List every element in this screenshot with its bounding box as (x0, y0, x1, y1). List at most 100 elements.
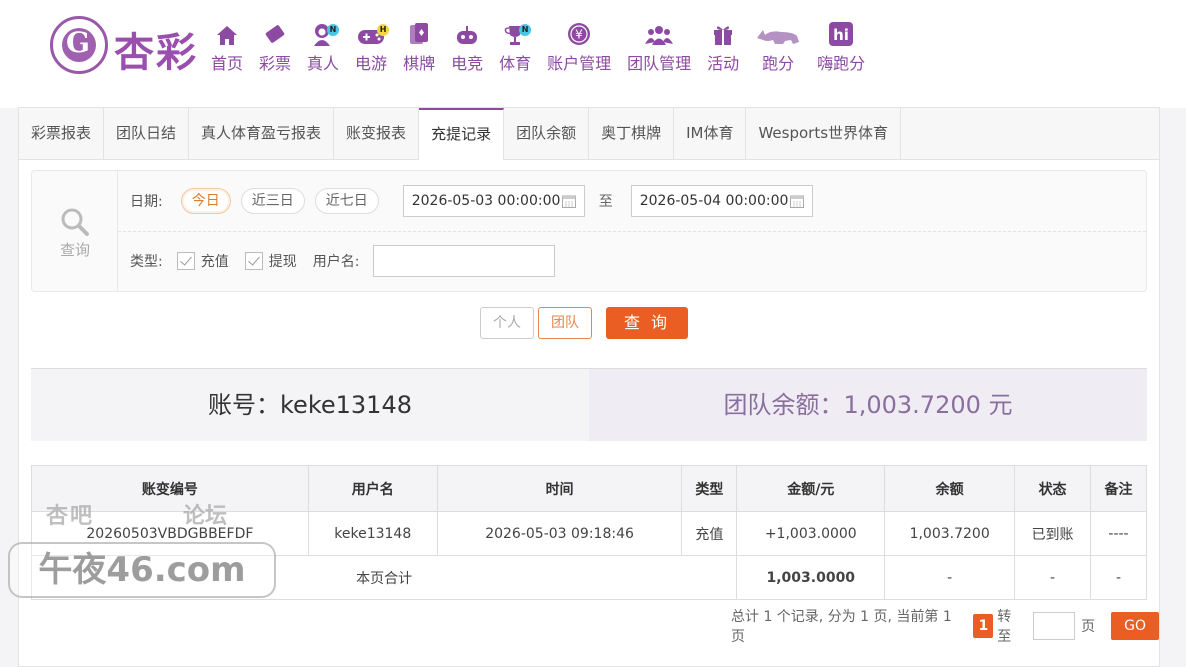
col-balance: 余额 (884, 465, 1016, 512)
checkbox-box[interactable] (244, 252, 263, 270)
svg-text:¥: ¥ (575, 28, 583, 42)
nav-home[interactable]: 首页 (205, 22, 249, 82)
page-total-label: 本页合计 (30, 555, 738, 600)
gift-icon (714, 26, 733, 45)
yen-coin-icon: ¥ (568, 23, 591, 45)
nav-label: 嗨跑分 (817, 54, 866, 73)
col-type: 类型 (681, 465, 738, 512)
range-7days-button[interactable]: 近七日 (314, 188, 379, 214)
username-label: 用户名: (312, 254, 360, 270)
logo-letter: G (66, 26, 90, 59)
calendar-icon[interactable] (561, 194, 576, 208)
filter-search-box: 查询 (32, 171, 118, 291)
lottery-ticket-icon (265, 25, 285, 43)
tab-team-balance[interactable]: 团队余额 (504, 108, 590, 159)
nav-esports[interactable]: 电竞 (445, 22, 489, 82)
cell-time: 2026-05-03 09:18:46 (436, 511, 683, 556)
cell-type: 充值 (681, 511, 738, 556)
date-row: 日期: 今日 近三日 近七日 2026-05-03 00:00:00 至 202… (130, 185, 813, 217)
nav-promotions[interactable]: 活动 (701, 22, 745, 82)
go-button[interactable]: GO (1111, 612, 1159, 640)
tab-live-sports-pnl[interactable]: 真人体育盈亏报表 (189, 108, 335, 159)
tab-im-sports[interactable]: IM体育 (674, 108, 747, 159)
type-row: 类型: 充值 提现 用户名: (130, 245, 556, 277)
type-withdraw-checkbox[interactable]: 提现 (244, 251, 297, 271)
cell-balance: 1,003.7200 (884, 511, 1016, 556)
table-row: 20260503VBDGBBEFDF keke13148 2026-05-03 … (31, 511, 1147, 556)
nav-label: 彩票 (259, 54, 292, 73)
tab-odin-cards[interactable]: 奥丁棋牌 (589, 108, 675, 159)
page-total-amount: 1,003.0000 (736, 555, 886, 600)
nav-label: 首页 (211, 54, 244, 73)
nav-hi-paofen[interactable]: hi 嗨跑分 (811, 22, 871, 82)
start-date-value: 2026-05-03 00:00:00 (411, 193, 561, 209)
nav-account[interactable]: ¥ 账户管理 (541, 22, 617, 82)
svg-text:hi: hi (833, 26, 849, 44)
table-header-row: 账变编号 用户名 时间 类型 金额/元 余额 状态 备注 (31, 465, 1147, 512)
nav-sports[interactable]: N 体育 (493, 22, 537, 82)
nav-slots[interactable]: H 电游 (349, 22, 393, 82)
nav-cards[interactable]: 棋牌 (397, 22, 441, 82)
logo-text: 杏彩 (114, 29, 198, 76)
nav-label: 真人 (307, 54, 340, 73)
username-input[interactable] (373, 245, 556, 277)
range-today-button[interactable]: 今日 (180, 188, 231, 214)
nav-label: 跑分 (762, 54, 795, 73)
end-date-value: 2026-05-04 00:00:00 (639, 193, 789, 209)
badge-new: N (327, 24, 340, 36)
search-icon (61, 208, 89, 236)
cell-status: 已到账 (1014, 511, 1092, 556)
start-date-input[interactable]: 2026-05-03 00:00:00 (402, 185, 585, 217)
goto-page-input[interactable] (1033, 612, 1076, 640)
team-icon (645, 26, 674, 45)
nav-lottery[interactable]: 彩票 (253, 22, 297, 82)
col-amount: 金额/元 (736, 465, 886, 512)
team-balance-summary: 团队余额：1,003.7200 元 (589, 369, 1147, 441)
personal-button[interactable]: 个人 (480, 307, 534, 339)
badge-new: N (519, 24, 532, 36)
col-time: 时间 (436, 465, 683, 512)
checkbox-box[interactable] (176, 252, 195, 270)
col-note: 备注 (1090, 465, 1147, 512)
checkbox-label: 提现 (268, 254, 297, 270)
divider (118, 231, 1146, 232)
pagination: 总计 1 个记录, 分为 1 页, 当前第 1 页 1 转至 页 GO (731, 609, 1159, 645)
records-table: 账变编号 用户名 时间 类型 金额/元 余额 状态 备注 20260503VBD… (30, 465, 1147, 600)
query-button[interactable]: 查 询 (606, 307, 688, 339)
col-status: 状态 (1014, 465, 1092, 512)
date-label: 日期: (130, 194, 163, 210)
end-date-input[interactable]: 2026-05-04 00:00:00 (630, 185, 813, 217)
nav-label: 棋牌 (403, 54, 436, 73)
type-label: 类型: (130, 254, 163, 270)
cell-username: keke13148 (307, 511, 438, 556)
range-3days-button[interactable]: 近三日 (240, 188, 305, 214)
nav-label: 体育 (499, 54, 532, 73)
nav-live[interactable]: N 真人 (301, 22, 345, 82)
tab-transaction-report[interactable]: 账变报表 (334, 108, 420, 159)
main-nav: 首页 彩票 N 真人 H 电游 棋牌 电竞 N 体育 ¥ 账户管理 团队管理 活… (205, 22, 875, 82)
tab-lottery-report[interactable]: 彩票报表 (19, 108, 105, 159)
tab-wesports[interactable]: Wesports世界体育 (746, 108, 902, 159)
checkbox-label: 充值 (200, 254, 229, 270)
cards-icon (410, 23, 429, 44)
team-button[interactable]: 团队 (538, 307, 592, 339)
current-page-button[interactable]: 1 (973, 614, 994, 638)
nav-label: 电竞 (451, 54, 484, 73)
scope-buttons: 个人 团队 查 询 (480, 307, 688, 339)
pager-summary: 总计 1 个记录, 分为 1 页, 当前第 1 页 (731, 609, 952, 645)
nav-label: 账户管理 (547, 54, 612, 73)
badge-hot: H (377, 24, 390, 36)
tab-team-daily[interactable]: 团队日结 (104, 108, 190, 159)
logo[interactable]: G 杏彩 (50, 14, 200, 78)
report-tabs: 彩票报表 团队日结 真人体育盈亏报表 账变报表 充提记录 团队余额 奥丁棋牌 I… (19, 108, 1159, 160)
tab-deposit-withdraw[interactable]: 充提记录 (419, 108, 505, 160)
report-panel: 彩票报表 团队日结 真人体育盈亏报表 账变报表 充提记录 团队余额 奥丁棋牌 I… (18, 107, 1160, 667)
cell-note: ---- (1090, 511, 1147, 556)
nav-team[interactable]: 团队管理 (621, 22, 697, 82)
type-deposit-checkbox[interactable]: 充值 (176, 251, 229, 271)
table-footer-row: 本页合计 1,003.0000 - - - (30, 555, 1147, 600)
page-total-status: - (1014, 555, 1092, 600)
calendar-icon[interactable] (789, 194, 804, 208)
nav-paofen[interactable]: 跑分 (749, 22, 807, 82)
account-summary: 账号：keke13148 (31, 369, 589, 441)
